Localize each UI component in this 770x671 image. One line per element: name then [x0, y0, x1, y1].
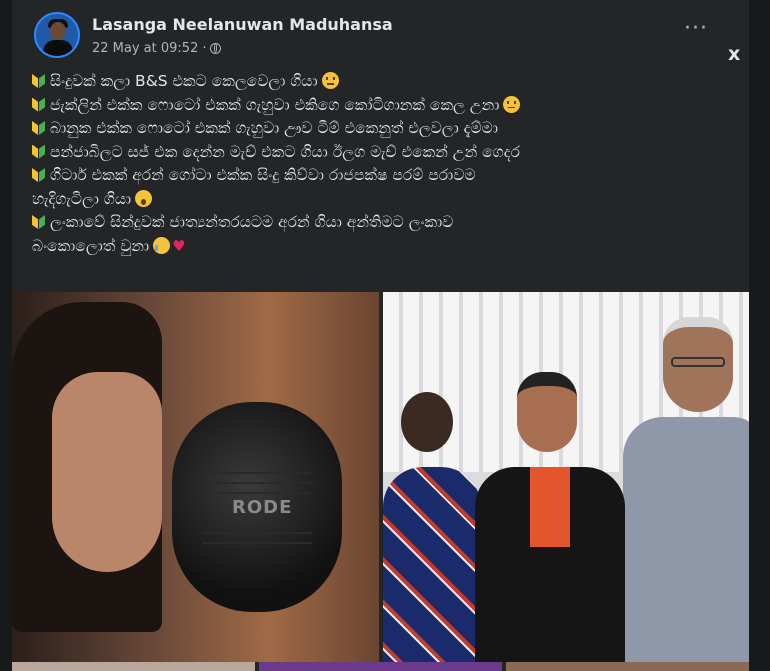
post-meta: 22 May at 09:52 ·: [92, 41, 222, 56]
photo-strip-1[interactable]: [12, 662, 255, 671]
text-line-7: ලංකාවේ සින්දුවක් ජාත්‍යන්තරයටම අරන් ගියා…: [50, 213, 454, 231]
mic-grill: [202, 472, 312, 474]
beginner-leaf-icon: [32, 145, 45, 159]
shocked-emoji-icon: [135, 189, 153, 207]
text-line: ලංකාවේ සින්දුවක් ජාත්‍යන්තරයටම අරන් ගියා…: [32, 211, 732, 235]
frown-emoji-icon: [503, 95, 521, 113]
beginner-leaf-icon: [32, 74, 45, 88]
text-line: හැදිගැටිලා ගියා: [32, 188, 732, 212]
beginner-leaf-icon: [32, 215, 45, 229]
text-line-8: බංකොලොත් වුනා: [32, 236, 150, 255]
person-right: [623, 317, 749, 662]
broken-heart-icon: ♥: [172, 236, 186, 255]
text-line: බානුක එක්ක ෆොටෝ එකක් ගැහුවා ඌව ටීම් එකෙන…: [32, 117, 732, 141]
text-line-3: බානුක එක්ක ෆොටෝ එකක් ගැහුවා ඌව ටීම් එකෙන…: [50, 119, 498, 137]
text-line-6: හැදිගැටිලා ගියා: [32, 189, 132, 208]
frown-emoji-icon: [321, 72, 339, 89]
beginner-leaf-icon: [32, 168, 45, 182]
text-line: සිංදුවක් කලා B&S එකට කෙලවෙලා ගියා: [32, 70, 732, 94]
avatar-face: [50, 22, 66, 40]
photo-strip-3[interactable]: [506, 662, 749, 671]
text-line: බංකොලොත් වුනා ♥: [32, 235, 732, 259]
globe-icon: [210, 43, 222, 54]
beginner-leaf-icon: [32, 121, 45, 135]
avatar[interactable]: [34, 12, 80, 58]
microphone: RODE: [172, 402, 342, 612]
text-line-4: පන්ජාබිලට සජ් එක දෙන්න මැච් එකට ගියා ඊලග…: [50, 142, 520, 161]
text-line: ගිටාර් එකක් අරන් ගෝටා එක්ක සිංදු කිව්වා …: [32, 164, 732, 188]
text-line: පන්ජාබිලට සජ් එක දෙන්න මැච් එකට ගියා ඊලග…: [32, 141, 732, 165]
text-line-2: ජැක්ලින් එක්ක ෆොටෝ එකක් ගැහුවා එකිගෙ කෝට…: [50, 95, 500, 114]
person-left: [383, 392, 481, 662]
beginner-leaf-icon: [32, 98, 45, 112]
avatar-body: [43, 40, 73, 56]
more-options-icon[interactable]: ···: [684, 18, 708, 40]
text-line: ජැක්ලින් එක්ක ෆොටෝ එකක් ගැහුවා එකිගෙ කෝට…: [32, 94, 732, 118]
text-line-1: සිංදුවක් කලා B&S එකට කෙලවෙලා ගියා: [50, 72, 318, 90]
singer-face: [52, 372, 162, 572]
glasses-icon: [671, 357, 725, 367]
photo-singer-microphone[interactable]: RODE: [12, 292, 379, 662]
photo-group[interactable]: [383, 292, 749, 662]
post-text: සිංදුවක් කලා B&S එකට කෙලවෙලා ගියා ජැක්ලි…: [32, 70, 732, 258]
person-center: [475, 372, 625, 662]
author-name[interactable]: Lasanga Neelanuwan Maduhansa: [92, 15, 393, 34]
post-timestamp[interactable]: 22 May at 09:52: [92, 41, 198, 56]
photo-strip-2[interactable]: [259, 662, 502, 671]
mic-brand: RODE: [232, 497, 293, 518]
close-button[interactable]: x: [728, 43, 740, 65]
crying-emoji-icon: [153, 236, 171, 254]
meta-separator: ·: [202, 41, 207, 56]
text-line-5: ගිටාර් එකක් අරන් ගෝටා එක්ක සිංදු කිව්වා …: [50, 166, 476, 184]
